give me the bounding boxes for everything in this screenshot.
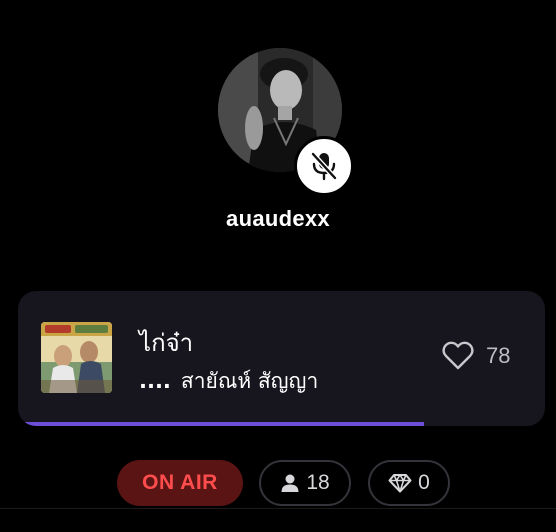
diamond-icon — [388, 474, 412, 493]
album-cover-art — [41, 322, 112, 393]
on-air-badge: ON AIR — [117, 460, 243, 506]
song-artist: สายัณห์ สัญญา — [180, 369, 319, 393]
like-count: 78 — [486, 342, 511, 368]
person-icon — [281, 474, 299, 492]
song-progress-fill — [18, 422, 424, 426]
host-avatar-container[interactable] — [218, 48, 354, 196]
now-playing-card[interactable]: ไก่จ๋า .... สายัณห์ สัญญา 78 — [18, 291, 545, 426]
listeners-count-pill[interactable]: 18 — [259, 460, 351, 506]
status-row: ON AIR 18 0 — [0, 460, 556, 508]
like-button[interactable]: 78 — [442, 341, 510, 370]
gems-count: 0 — [418, 471, 430, 494]
album-cover — [41, 322, 112, 393]
bottom-divider — [0, 508, 556, 509]
song-title: ไก่จ๋า — [139, 329, 194, 357]
listeners-count: 18 — [306, 471, 330, 494]
song-artist-line: .... สายัณห์ สัญญา — [139, 365, 318, 398]
artist-prefix: .... — [139, 369, 171, 393]
host-username[interactable]: auaudexx — [0, 206, 556, 232]
mic-muted-badge[interactable] — [294, 136, 354, 196]
mic-off-icon — [310, 151, 338, 181]
heart-outline-icon — [442, 341, 474, 370]
song-progress-bar — [18, 422, 545, 426]
gems-count-pill[interactable]: 0 — [368, 460, 450, 506]
